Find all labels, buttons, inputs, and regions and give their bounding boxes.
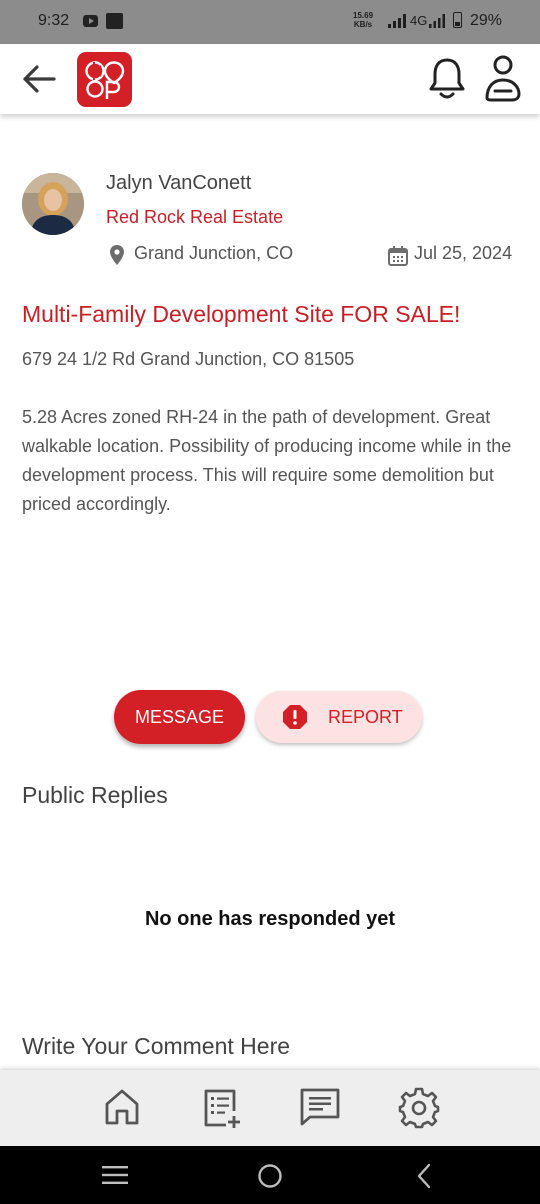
messages-icon[interactable] xyxy=(299,1087,341,1127)
post-title: Multi-Family Development Site FOR SALE! xyxy=(22,301,461,327)
post-date: Jul 25, 2024 xyxy=(414,243,513,263)
signal-icon-2 xyxy=(429,14,445,28)
app-header xyxy=(0,44,540,114)
youtube-notification-icon xyxy=(83,15,98,27)
back-system-icon[interactable] xyxy=(416,1163,432,1189)
status-bar: 9:32 15.69 KB/s 4G 29% xyxy=(0,0,540,44)
system-navigation-bar xyxy=(0,1146,540,1204)
home-system-icon[interactable] xyxy=(257,1163,283,1189)
calendar-icon xyxy=(388,246,408,266)
coop-logo[interactable] xyxy=(77,52,132,107)
signal-icon xyxy=(388,14,406,28)
public-replies-heading: Public Replies xyxy=(22,782,168,808)
bell-icon[interactable] xyxy=(428,56,466,102)
home-icon[interactable] xyxy=(103,1087,141,1127)
network-speed: 15.69 KB/s xyxy=(353,11,373,29)
battery-percent: 29% xyxy=(470,12,503,29)
author-name[interactable]: Jalyn VanConett xyxy=(106,172,251,195)
location-pin-icon xyxy=(110,245,124,265)
recent-apps-icon[interactable] xyxy=(102,1165,128,1185)
back-arrow-icon[interactable] xyxy=(22,64,56,94)
network-speed-unit: KB/s xyxy=(353,20,373,29)
alert-icon xyxy=(283,705,307,729)
post-location: Grand Junction, CO xyxy=(134,243,294,263)
post-description: 5.28 Acres zoned RH-24 in the path of de… xyxy=(22,407,512,514)
add-listing-icon[interactable] xyxy=(202,1087,242,1131)
bottom-navigation xyxy=(0,1070,540,1146)
network-type: 4G xyxy=(410,13,428,28)
message-button[interactable]: MESSAGE xyxy=(114,690,245,744)
author-avatar[interactable] xyxy=(22,173,84,235)
coop-logo-mark xyxy=(85,61,125,99)
report-label: REPORT xyxy=(328,706,403,727)
settings-icon[interactable] xyxy=(398,1087,440,1129)
post-address: 679 24 1/2 Rd Grand Junction, CO 81505 xyxy=(22,349,355,369)
report-button[interactable]: REPORT xyxy=(256,691,422,743)
author-photo xyxy=(22,173,84,235)
no-replies-message: No one has responded yet xyxy=(144,908,396,930)
author-agency: Red Rock Real Estate xyxy=(106,207,284,227)
user-icon[interactable] xyxy=(484,54,522,104)
app-notification-icon xyxy=(106,13,123,29)
comment-heading: Write Your Comment Here xyxy=(22,1033,291,1059)
network-speed-value: 15.69 xyxy=(353,11,374,20)
battery-icon xyxy=(453,12,462,28)
status-time: 9:32 xyxy=(38,12,70,29)
